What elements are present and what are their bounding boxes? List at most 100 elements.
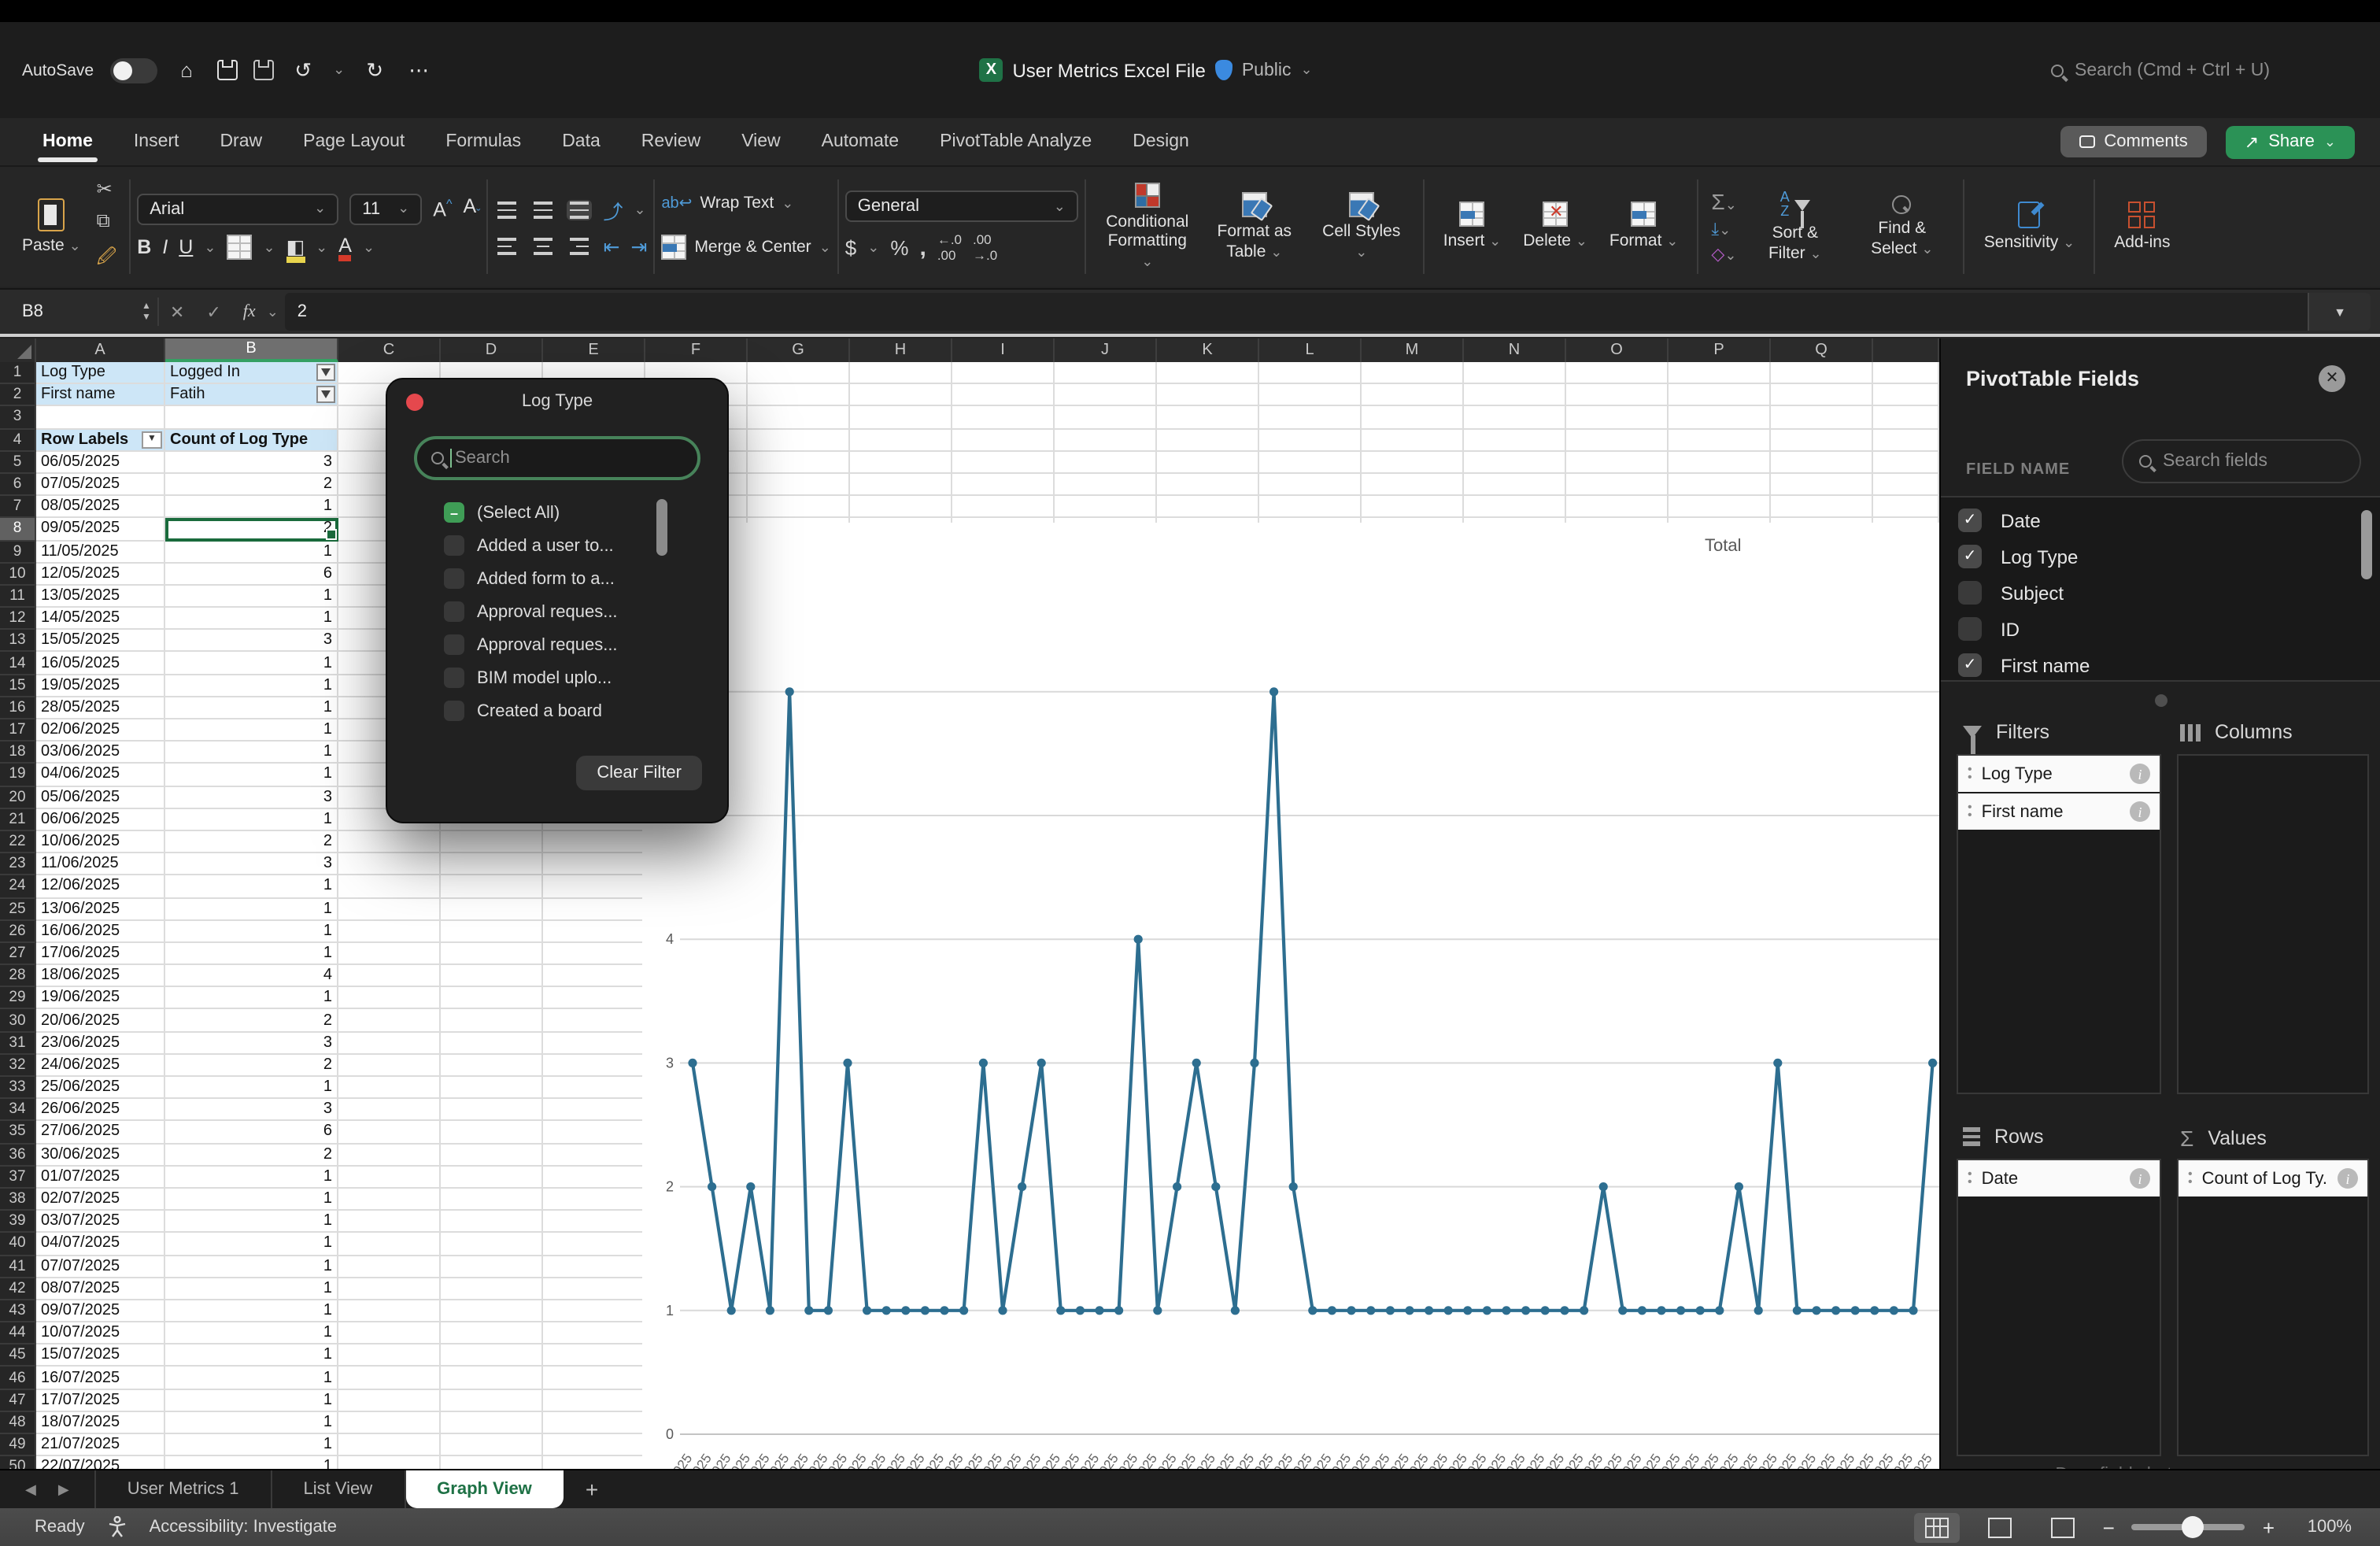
- row-header-42[interactable]: 42: [0, 1278, 36, 1300]
- cell-K2[interactable]: [1157, 384, 1259, 406]
- row-header-26[interactable]: 26: [0, 920, 36, 942]
- conditional-formatting-button[interactable]: Conditional Formatting ⌄: [1099, 183, 1196, 270]
- row-header-14[interactable]: 14: [0, 653, 36, 675]
- cell-A7[interactable]: 08/05/2025: [36, 496, 165, 518]
- zoom-out-button[interactable]: −: [2103, 1515, 2115, 1539]
- cell-Q4[interactable]: [1771, 429, 1873, 451]
- column-header-r[interactable]: [1873, 338, 1939, 362]
- row-header-44[interactable]: 44: [0, 1322, 36, 1344]
- cell-A3[interactable]: [36, 407, 165, 429]
- cell-E33[interactable]: [543, 1077, 645, 1099]
- cell-M3[interactable]: [1362, 407, 1464, 429]
- cell-G4[interactable]: [748, 429, 850, 451]
- column-header-E[interactable]: E: [543, 338, 645, 362]
- cell-D47[interactable]: [441, 1389, 543, 1411]
- undo-caret-icon[interactable]: ⌄: [333, 61, 345, 79]
- cell-B16[interactable]: 1: [165, 697, 338, 719]
- cell-A18[interactable]: 03/06/2025: [36, 742, 165, 764]
- cell-B12[interactable]: 1: [165, 608, 338, 630]
- cell-A27[interactable]: 17/06/2025: [36, 943, 165, 965]
- cell-B13[interactable]: 3: [165, 631, 338, 653]
- cell-C40[interactable]: [338, 1233, 441, 1256]
- percent-format-icon[interactable]: %: [890, 235, 908, 259]
- row-header-4[interactable]: 4: [0, 429, 36, 451]
- cell-G3[interactable]: [748, 407, 850, 429]
- row-header-39[interactable]: 39: [0, 1211, 36, 1233]
- field-checkbox[interactable]: [1958, 581, 1982, 605]
- filter-checkbox-6[interactable]: [444, 701, 464, 721]
- cell-C42[interactable]: [338, 1278, 441, 1300]
- cell-M2[interactable]: [1362, 384, 1464, 406]
- cell-C46[interactable]: [338, 1367, 441, 1389]
- panel-close-icon[interactable]: ✕: [2319, 365, 2345, 392]
- copy-icon[interactable]: ⧉: [97, 209, 117, 233]
- sheet-tab-list-view[interactable]: List View: [272, 1470, 406, 1508]
- cell-B5[interactable]: 3: [165, 452, 338, 474]
- zoom-slider[interactable]: [2132, 1525, 2245, 1530]
- field-row-subject[interactable]: Subject: [1941, 575, 2380, 611]
- cell-A6[interactable]: 07/05/2025: [36, 474, 165, 496]
- fill-color-icon[interactable]: ◧: [286, 234, 305, 261]
- accessibility-status[interactable]: Accessibility: Investigate: [150, 1518, 337, 1537]
- cell-H2[interactable]: [850, 384, 952, 406]
- cell-H4[interactable]: [850, 429, 952, 451]
- filter-item-6[interactable]: Created a board: [387, 694, 727, 727]
- cell-E35[interactable]: [543, 1122, 645, 1144]
- cell-N6[interactable]: [1464, 474, 1566, 496]
- cell-G7[interactable]: [748, 496, 850, 518]
- row-header-21[interactable]: 21: [0, 809, 36, 831]
- format-painter-icon[interactable]: 🖉: [97, 242, 117, 276]
- cell-A48[interactable]: 18/07/2025: [36, 1412, 165, 1434]
- cell-A22[interactable]: 10/06/2025: [36, 831, 165, 853]
- cell-D41[interactable]: [441, 1256, 543, 1278]
- cell-E27[interactable]: [543, 943, 645, 965]
- row-header-43[interactable]: 43: [0, 1300, 36, 1322]
- cell-B15[interactable]: 1: [165, 675, 338, 697]
- cell-E34[interactable]: [543, 1099, 645, 1121]
- sheet-prev-icon[interactable]: ◀: [25, 1481, 36, 1498]
- row-header-11[interactable]: 11: [0, 586, 36, 608]
- cell-A1[interactable]: Log Type: [36, 362, 165, 384]
- cell-C48[interactable]: [338, 1412, 441, 1434]
- paste-button[interactable]: Paste ⌄: [16, 198, 87, 255]
- cell-A41[interactable]: 07/07/2025: [36, 1256, 165, 1278]
- column-header-C[interactable]: C: [338, 338, 441, 362]
- cell-C29[interactable]: [338, 988, 441, 1010]
- cell-B7[interactable]: 1: [165, 496, 338, 518]
- rows-area[interactable]: ••Datei: [1957, 1159, 2161, 1456]
- cell-J2[interactable]: [1055, 384, 1157, 406]
- cell-A39[interactable]: 03/07/2025: [36, 1211, 165, 1233]
- cell-E46[interactable]: [543, 1367, 645, 1389]
- cell-A46[interactable]: 16/07/2025: [36, 1367, 165, 1389]
- cell-C28[interactable]: [338, 965, 441, 987]
- format-cells-button[interactable]: Format ⌄: [1603, 202, 1684, 251]
- cell-B31[interactable]: 3: [165, 1032, 338, 1054]
- cell-A16[interactable]: 28/05/2025: [36, 697, 165, 719]
- column-header-J[interactable]: J: [1055, 338, 1157, 362]
- cell-A8[interactable]: 09/05/2025: [36, 519, 165, 541]
- font-size-select[interactable]: 11⌄: [349, 193, 422, 224]
- cell-K5[interactable]: [1157, 452, 1259, 474]
- column-header-A[interactable]: A: [36, 338, 165, 362]
- cell-L1[interactable]: [1259, 362, 1362, 384]
- filter-item-0[interactable]: –(Select All): [387, 496, 727, 529]
- increase-decimal-icon[interactable]: ←.0.00: [937, 231, 962, 263]
- cell-E30[interactable]: [543, 1010, 645, 1032]
- font-name-select[interactable]: Arial⌄: [137, 193, 338, 224]
- column-header-B[interactable]: B: [165, 338, 338, 362]
- cell-Q2[interactable]: [1771, 384, 1873, 406]
- cell-Q7[interactable]: [1771, 496, 1873, 518]
- filters-area[interactable]: ••Log Typei••First namei: [1957, 754, 2161, 1094]
- insert-function-icon[interactable]: fx: [232, 302, 267, 321]
- cell-D35[interactable]: [441, 1122, 543, 1144]
- row-header-34[interactable]: 34: [0, 1099, 36, 1121]
- cell-K6[interactable]: [1157, 474, 1259, 496]
- cell-A26[interactable]: 16/06/2025: [36, 920, 165, 942]
- add-sheet-button[interactable]: +: [564, 1470, 620, 1508]
- cell-B33[interactable]: 1: [165, 1077, 338, 1099]
- column-header-P[interactable]: P: [1669, 338, 1771, 362]
- cell-C30[interactable]: [338, 1010, 441, 1032]
- confirm-entry-icon[interactable]: ✓: [195, 301, 231, 322]
- row-header-17[interactable]: 17: [0, 719, 36, 742]
- cell-L5[interactable]: [1259, 452, 1362, 474]
